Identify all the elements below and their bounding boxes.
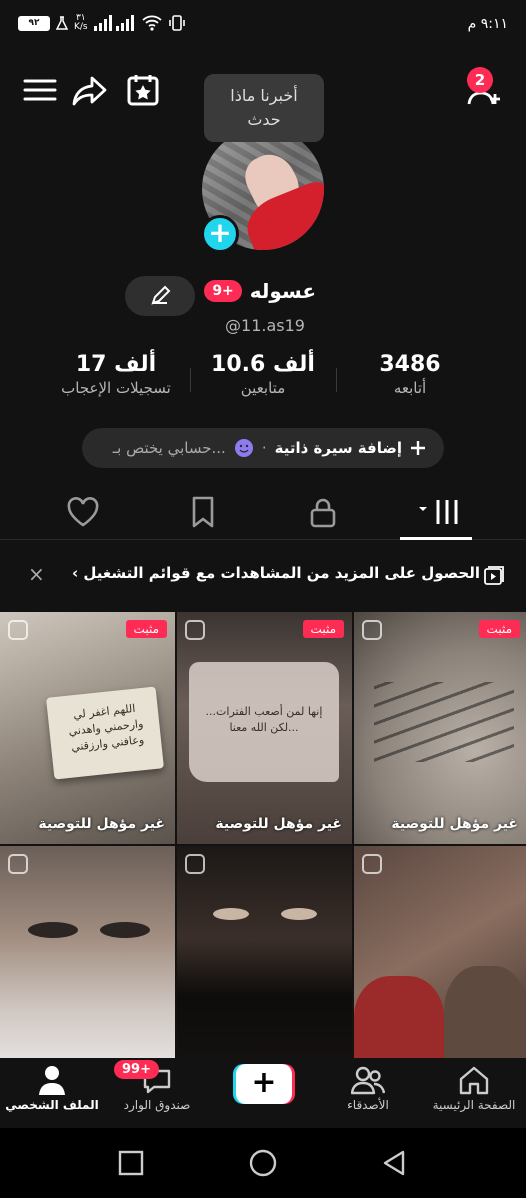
select-checkbox[interactable] [8,854,28,874]
select-checkbox[interactable] [362,854,382,874]
playlist-banner[interactable]: الحصول على المزيد من المشاهدات مع قوائم … [0,554,526,598]
select-checkbox[interactable] [362,620,382,640]
net-speed: ٣١ K/s [74,13,88,32]
video-overlay-text: إنها لمن أصعب الفترات... لكن الله معنا..… [205,705,323,734]
share-icon[interactable] [72,72,108,108]
video-thumbnail[interactable] [354,846,526,1078]
home-circle-icon[interactable] [249,1149,277,1177]
video-thumbnail[interactable]: اللهم اغفر لي وارحمني واهدني وعافني وارز… [0,612,175,844]
playlist-banner-text: الحصول على المزيد من المشاهدات مع قوائم … [72,564,480,582]
back-icon[interactable] [381,1149,407,1177]
tab-favorites-bookmark-icon[interactable] [185,494,221,530]
status-icons: ٩٢ ٣١ K/s [18,14,186,32]
stat-followers[interactable]: 10.6 ألف متابعين [193,352,333,397]
system-navigation-bar [0,1128,526,1198]
plus-icon: + [236,1064,292,1104]
active-tab-indicator [400,537,472,540]
bio-add-label: إضافة سيرة ذاتية [274,439,402,457]
add-friend-badge: 2 [467,67,493,93]
playlist-icon [484,566,504,585]
pinned-badge: مثبت [302,620,344,638]
select-checkbox[interactable] [185,620,205,640]
tab-videos-grid-icon[interactable] [418,494,462,530]
pinned-badge: مثبت [478,620,520,638]
video-caption: غير مؤهل للتوصية [391,816,518,832]
smiley-icon [234,439,253,457]
bio-hint: حسابي يختص بـ... [112,439,226,457]
battery-indicator: ٩٢ [18,15,50,31]
stat-following[interactable]: 3486 أتابعه [340,352,480,397]
profile-icon [39,1066,65,1095]
video-thumbnail[interactable] [177,846,352,1078]
create-button[interactable]: + [233,1064,295,1104]
video-grid: اللهم اغفر لي وارحمني واهدني وعافني وارز… [0,612,526,1078]
bottom-navigation: الملف الشخصي صندوق الوارد 99+ + الأصدقاء… [0,1058,526,1128]
friends-icon [351,1066,385,1095]
name-badge[interactable]: 9+ [204,280,242,302]
select-checkbox[interactable] [8,620,28,640]
stat-divider [190,368,191,392]
profile-stats: 3486 أتابعه 10.6 ألف متابعين 17 ألف تسجي… [0,352,526,412]
inbox-badge: 99+ [114,1060,159,1079]
plus-icon [411,441,425,455]
flask-icon [56,16,68,30]
video-thumbnail[interactable]: مثبت غير مؤهل للتوصية [354,612,526,844]
profile-name: عسوله [249,279,316,303]
feedback-tooltip[interactable]: أخبرنا ماذا حدث [204,74,324,142]
clock: ٩:١١ م [467,16,508,32]
nav-home[interactable]: الصفحة الرئيسية [424,1062,524,1112]
calendar-star-icon[interactable] [125,72,161,108]
stat-likes[interactable]: 17 ألف تسجيلات الإعجاب [46,352,186,397]
home-icon [459,1066,489,1095]
tab-private-lock-icon[interactable] [305,494,341,530]
video-caption: غير مؤهل للتوصية [215,816,342,832]
profile-name-row: 9+ عسوله [204,279,316,303]
profile-tabs [0,484,526,540]
recents-icon[interactable] [118,1150,144,1176]
pinned-badge: مثبت [125,620,167,638]
pencil-icon [151,285,171,305]
edit-profile-button[interactable] [125,276,195,316]
wifi-icon [142,15,162,31]
add-bio-button[interactable]: حسابي يختص بـ... · إضافة سيرة ذاتية [82,428,444,468]
close-icon[interactable]: × [28,562,45,586]
video-caption: غير مؤهل للتوصية [38,816,165,832]
nav-friends[interactable]: الأصدقاء [318,1062,418,1112]
select-checkbox[interactable] [185,854,205,874]
status-bar: ٩٢ ٣١ K/s ٩:١١ م [0,0,526,56]
signal-icon [93,15,134,31]
stat-divider [336,368,337,392]
video-thumbnail[interactable]: إنها لمن أصعب الفترات... لكن الله معنا..… [177,612,352,844]
menu-icon[interactable] [22,72,58,108]
profile-handle: @11.as19 [225,316,305,335]
video-thumbnail[interactable] [0,846,175,1078]
tab-liked-heart-icon[interactable] [65,494,101,530]
nav-profile[interactable]: الملف الشخصي [2,1062,102,1112]
vibrate-icon [168,15,185,31]
video-overlay-text: اللهم اغفر لي وارحمني واهدني وعافني وارز… [67,701,145,754]
add-avatar-button[interactable]: + [201,215,239,253]
